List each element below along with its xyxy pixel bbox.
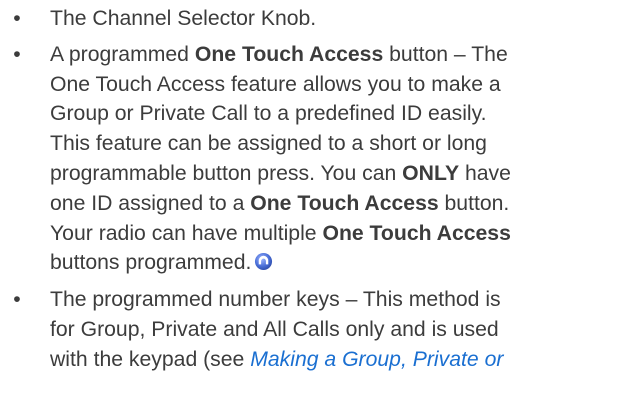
item-line: One Touch Access feature allows you to m… (50, 72, 501, 96)
bullet: • (13, 7, 21, 30)
item-line: Your radio can have multiple One Touch A… (50, 221, 511, 245)
item-line: programmable button press. You can ONLY … (50, 161, 511, 185)
cross-reference-link[interactable]: Making a Group, Private or (250, 348, 503, 371)
item-line: for Group, Private and All Calls only an… (50, 317, 499, 341)
list-item-channel-selector: • The Channel Selector Knob. (0, 4, 634, 34)
item-line: buttons programmed. (50, 248, 628, 278)
item-line: Group or Private Call to a predefined ID… (50, 102, 487, 126)
bold-term: One Touch Access (322, 221, 511, 245)
list-item-one-touch-access: • A programmed One Touch Access button –… (0, 40, 634, 278)
item-line: one ID assigned to a One Touch Access bu… (50, 191, 510, 215)
bullet-list: • The Channel Selector Knob. • A program… (0, 0, 634, 375)
item-text: The Channel Selector Knob. (50, 7, 317, 30)
bold-term: One Touch Access (194, 42, 384, 66)
list-item-number-keys: • The programmed number keys – This meth… (0, 285, 634, 374)
bullet: • (13, 42, 21, 66)
item-line: A programmed One Touch Access button – T… (50, 42, 508, 66)
item-line: The programmed number keys – This method… (50, 288, 501, 312)
bold-term: One Touch Access (250, 191, 439, 215)
item-line: with the keypad (see Making a Group, Pri… (50, 347, 504, 371)
bullet: • (13, 288, 21, 312)
feature-indicator-icon (255, 253, 273, 271)
bold-term: ONLY (402, 161, 460, 185)
item-line: This feature can be assigned to a short … (50, 132, 487, 156)
